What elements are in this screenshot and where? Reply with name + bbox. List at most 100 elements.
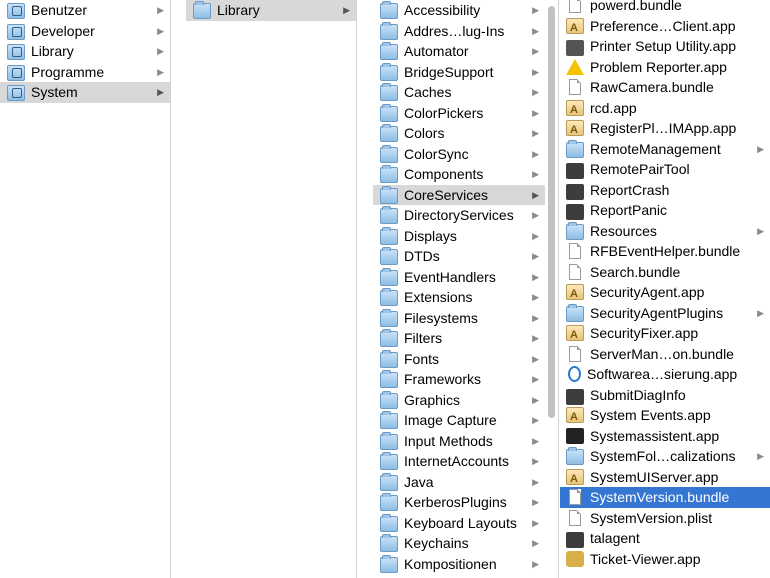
list-item[interactable]: InternetAccounts ▶ [373, 451, 545, 472]
list-item[interactable]: Addres…lug-Ins ▶ [373, 21, 545, 42]
list-item[interactable]: KerberosPlugins ▶ [373, 492, 545, 513]
list-item[interactable]: Benutzer ▶ [0, 0, 170, 21]
list-item[interactable]: rcd.app [560, 98, 770, 120]
list-item-label: RegisterPl…IMApp.app [590, 120, 737, 137]
list-item-label: Java [404, 473, 434, 490]
ticket-viewer-icon [566, 550, 584, 567]
list-item[interactable]: Kompositionen ▶ [373, 554, 545, 575]
list-item-label: Filters [404, 330, 443, 347]
list-item[interactable]: RFBEventHelper.bundle [560, 241, 770, 262]
disclosure-arrow-icon: ▶ [532, 5, 539, 15]
app-icon [566, 17, 584, 38]
list-item[interactable]: Search.bundle [560, 262, 770, 283]
list-item[interactable]: Caches ▶ [373, 82, 545, 103]
list-item[interactable]: ReportCrash [560, 180, 770, 201]
list-item[interactable]: BridgeSupport ▶ [373, 62, 545, 83]
disclosure-arrow-icon: ▶ [532, 333, 539, 343]
list-item[interactable]: Displays ▶ [373, 226, 545, 247]
list-item[interactable]: Keychains ▶ [373, 533, 545, 554]
list-item[interactable]: DTDs ▶ [373, 246, 545, 267]
list-item[interactable]: Softwarea…sierung.app [560, 364, 770, 385]
list-item[interactable]: RemoteManagement ▶ [560, 139, 770, 160]
list-item-label: Frameworks [404, 371, 482, 388]
list-item[interactable]: Keyboard Layouts ▶ [373, 513, 545, 534]
column-divider[interactable] [170, 0, 171, 578]
document-icon [569, 509, 581, 526]
list-item[interactable]: Extensions ▶ [373, 287, 545, 308]
list-item[interactable]: CoreServices ▶ [373, 184, 545, 205]
list-item[interactable]: Programme ▶ [0, 62, 170, 83]
list-item-label: ReportPanic [590, 202, 668, 219]
list-item[interactable]: Fonts ▶ [373, 349, 545, 370]
list-item[interactable]: SystemVersion.plist [560, 508, 770, 529]
list-item[interactable]: RawCamera.bundle [560, 77, 770, 98]
document-icon [569, 489, 581, 506]
list-item-label: SystemUIServer.app [590, 468, 719, 485]
list-item[interactable]: Preference…Client.app [560, 16, 770, 38]
list-item[interactable]: ReportPanic [560, 200, 770, 221]
list-item[interactable]: Frameworks ▶ [373, 369, 545, 390]
list-item[interactable]: SecurityFixer.app [560, 323, 770, 345]
list-item[interactable]: Colors ▶ [373, 123, 545, 144]
column-divider[interactable] [558, 0, 559, 578]
list-item[interactable]: System Events.app [560, 405, 770, 427]
list-item-label: Search.bundle [590, 263, 681, 280]
list-item[interactable]: ColorSync ▶ [373, 144, 545, 165]
vertical-scrollbar[interactable] [548, 6, 555, 418]
list-item-label: DirectoryServices [404, 207, 514, 224]
list-item[interactable]: SecurityAgentPlugins ▶ [560, 303, 770, 324]
disclosure-arrow-icon: ▶ [532, 374, 539, 384]
disclosure-arrow-icon: ▶ [532, 25, 539, 36]
list-item[interactable]: SystemUIServer.app [560, 467, 770, 489]
disclosure-arrow-icon: ▶ [532, 538, 539, 548]
list-item[interactable]: Printer Setup Utility.app [560, 36, 770, 57]
disclosure-arrow-icon: ▶ [532, 87, 539, 97]
list-item[interactable]: talagent [560, 528, 770, 549]
list-item[interactable]: Filesystems ▶ [373, 308, 545, 329]
list-item[interactable]: SecurityAgent.app [560, 282, 770, 304]
list-item-label: Library [217, 2, 260, 19]
list-item[interactable]: Automator ▶ [373, 41, 545, 62]
list-item[interactable]: Resources ▶ [560, 221, 770, 242]
column-divider[interactable] [356, 0, 357, 578]
list-item[interactable]: ColorPickers ▶ [373, 103, 545, 124]
list-item[interactable]: Java ▶ [373, 472, 545, 493]
list-item[interactable]: Graphics ▶ [373, 390, 545, 411]
list-item[interactable]: Components ▶ [373, 164, 545, 185]
folder-icon [380, 62, 398, 81]
folder-icon [380, 124, 398, 143]
list-item[interactable]: Accessibility ▶ [373, 0, 545, 21]
column-coreservices: powerd.bundle Preference…Client.app Printe… [560, 0, 770, 578]
list-item[interactable]: Library ▶ [0, 41, 170, 62]
list-item[interactable]: Problem Reporter.app [560, 57, 770, 78]
disclosure-arrow-icon: ▶ [532, 415, 539, 425]
list-item[interactable]: Library ▶ [186, 0, 356, 21]
list-item-label: Printer Setup Utility.app [590, 38, 737, 55]
system-folder-icon [7, 85, 25, 102]
list-item[interactable]: Developer ▶ [0, 21, 170, 42]
list-item[interactable]: Input Methods ▶ [373, 431, 545, 452]
list-item-label: CoreServices [404, 186, 489, 203]
list-item-label: Caches [404, 84, 452, 101]
list-item[interactable]: ServerMan…on.bundle [560, 344, 770, 365]
folder-icon [380, 493, 398, 512]
list-item[interactable]: Systemassistent.app [560, 426, 770, 447]
list-item[interactable]: SystemFol…calizations ▶ [560, 446, 770, 467]
list-item[interactable]: SystemVersion.bundle [560, 487, 770, 508]
list-item-label: Benutzer [31, 2, 88, 19]
list-item[interactable]: DirectoryServices ▶ [373, 205, 545, 226]
folder-icon [380, 42, 398, 61]
disclosure-arrow-icon: ▶ [532, 292, 539, 302]
list-item[interactable]: SubmitDiagInfo [560, 385, 770, 406]
list-item[interactable]: RegisterPl…IMApp.app [560, 118, 770, 140]
list-item[interactable]: Image Capture ▶ [373, 410, 545, 431]
list-item-label: RFBEventHelper.bundle [590, 243, 741, 260]
disclosure-arrow-icon: ▶ [532, 497, 539, 507]
list-item[interactable]: System ▶ [0, 82, 170, 103]
list-item[interactable]: RemotePairTool [560, 159, 770, 180]
list-item[interactable]: powerd.bundle [560, 0, 770, 16]
list-item[interactable]: Filters ▶ [373, 328, 545, 349]
list-item-label: BridgeSupport [404, 63, 494, 80]
list-item[interactable]: EventHandlers ▶ [373, 267, 545, 288]
list-item[interactable]: Ticket-Viewer.app [560, 549, 770, 570]
